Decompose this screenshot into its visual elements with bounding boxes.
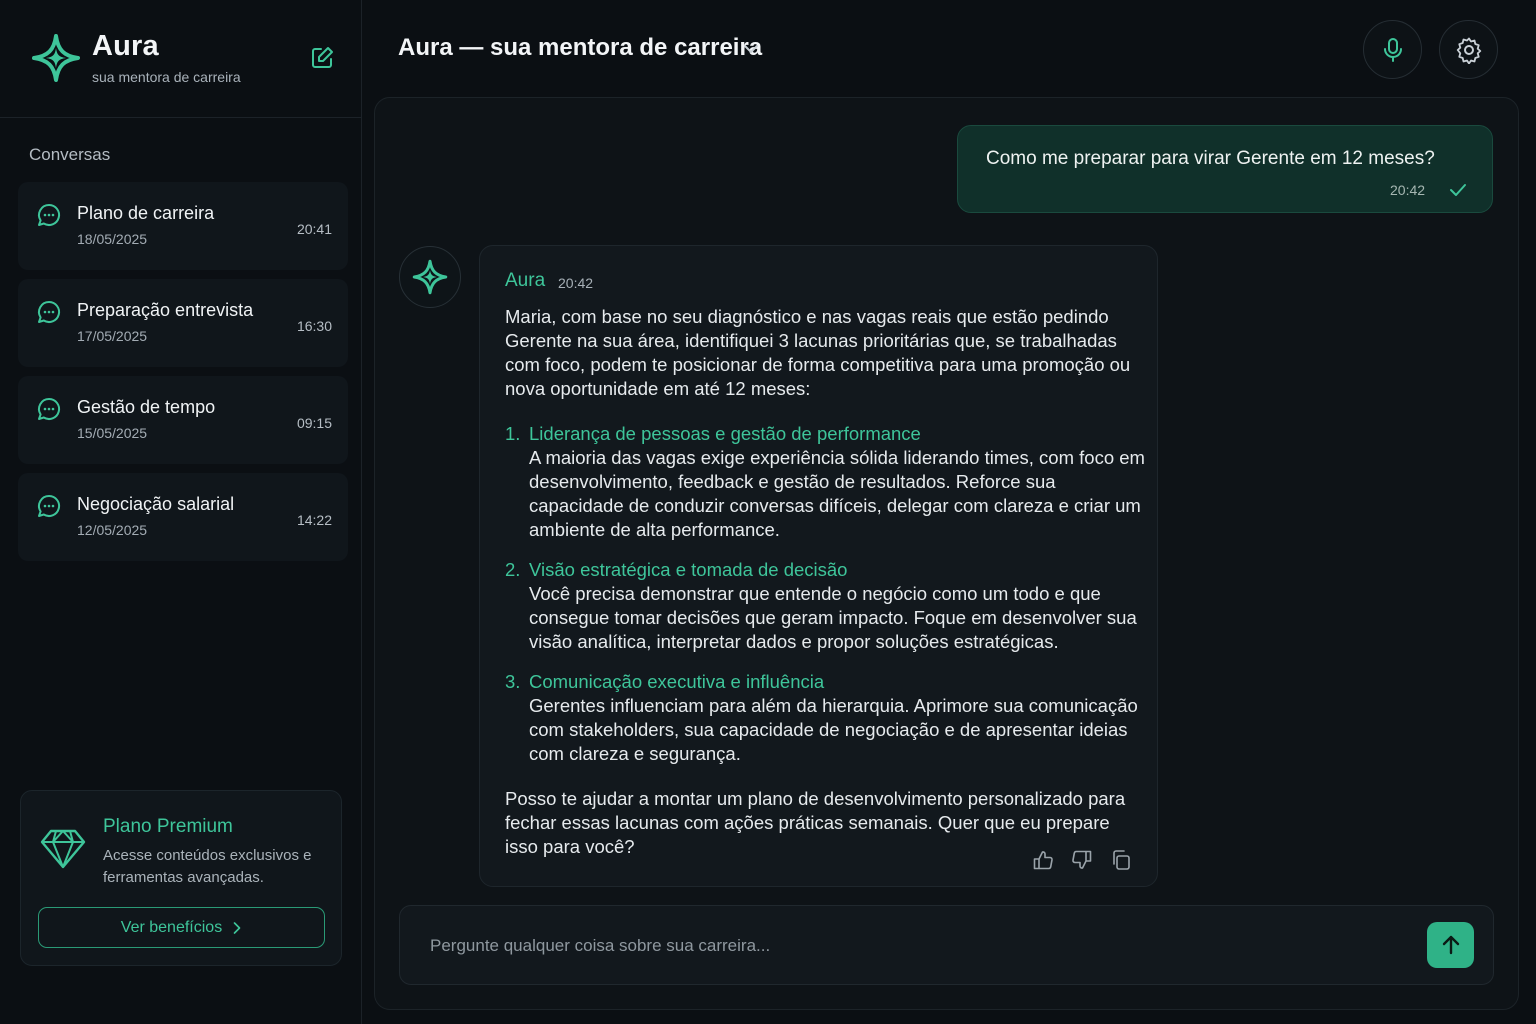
settings-button[interactable] — [1439, 20, 1498, 79]
list-item-description: Você precisa demonstrar que entende o ne… — [529, 583, 1137, 652]
conversation-item[interactable]: Plano de carreira 18/05/2025 20:41 — [18, 182, 348, 270]
arrow-up-icon — [1442, 935, 1459, 955]
conversation-title: Negociação salarial — [77, 494, 235, 514]
premium-title: Plano Premium — [103, 816, 233, 837]
conversation-time: 20:41 — [296, 221, 332, 237]
list-item-number: 1. — [505, 423, 521, 444]
ai-message: Aura 20:42 Maria, com base no seu diagnó… — [479, 245, 1158, 887]
conversation-date: 15/05/2025 — [77, 425, 148, 441]
microphone-button[interactable] — [1363, 20, 1422, 79]
conversation-item[interactable]: Preparação entrevista 17/05/2025 16:30 — [18, 279, 348, 367]
gear-icon — [1456, 37, 1481, 64]
conversation-list: Plano de carreira 18/05/2025 20:41 Prepa… — [18, 182, 348, 570]
sparkle-icon — [32, 34, 80, 82]
chat-panel: Como me preparar para virar Gerente em 1… — [374, 97, 1519, 1010]
premium-card: Plano Premium Acesse conteúdos exclusivo… — [20, 790, 342, 966]
conversation-time: 16:30 — [296, 318, 332, 334]
list-item-number: 3. — [505, 671, 521, 692]
list-item: 2. Visão estratégica e tomada de decisão… — [505, 558, 1145, 654]
chevron-down-icon[interactable] — [742, 40, 760, 58]
list-item-number: 2. — [505, 559, 521, 580]
ai-sender-name: Aura — [505, 270, 546, 291]
message-actions — [1032, 849, 1132, 871]
ai-avatar — [399, 246, 461, 308]
conversation-title: Gestão de tempo — [77, 397, 216, 417]
message-composer — [399, 905, 1494, 985]
send-button[interactable] — [1427, 922, 1474, 968]
conversation-date: 17/05/2025 — [77, 328, 148, 344]
user-message-text: Como me preparar para virar Gerente em 1… — [986, 148, 1435, 169]
brand-subtitle: sua mentora de carreira — [92, 69, 241, 85]
conversation-item[interactable]: Negociação salarial 12/05/2025 14:22 — [18, 473, 348, 561]
list-item-description: A maioria das vagas exige experiência só… — [529, 447, 1145, 540]
conversation-date: 18/05/2025 — [77, 231, 148, 247]
view-benefits-button[interactable]: Ver benefícios — [38, 907, 325, 948]
chevron-right-icon — [233, 921, 241, 934]
user-message: Como me preparar para virar Gerente em 1… — [957, 125, 1493, 213]
conversation-item[interactable]: Gestão de tempo 15/05/2025 09:15 — [18, 376, 348, 464]
list-item-description: Gerentes influenciam para além da hierar… — [529, 695, 1138, 764]
chat-bubble-icon — [36, 299, 62, 325]
conversation-title: Preparação entrevista — [77, 300, 254, 320]
conversation-time: 14:22 — [296, 512, 332, 528]
sidebar: Aura sua mentora de carreira Conversas P… — [0, 0, 362, 1024]
message-input[interactable] — [430, 926, 1410, 966]
list-item: 3. Comunicação executiva e influência Ge… — [505, 670, 1145, 766]
list-item: 1. Liderança de pessoas e gestão de perf… — [505, 422, 1145, 542]
list-item-title: Liderança de pessoas e gestão de perform… — [529, 423, 921, 444]
conversations-heading: Conversas — [29, 145, 111, 164]
microphone-icon — [1383, 37, 1402, 62]
chat-bubble-icon — [36, 493, 62, 519]
diamond-icon — [39, 827, 87, 871]
new-chat-button[interactable] — [308, 44, 336, 72]
sparkle-icon — [412, 259, 448, 295]
ai-recommendation-list: 1. Liderança de pessoas e gestão de perf… — [505, 422, 1145, 766]
edit-icon — [312, 47, 333, 68]
page-title: Aura — sua mentora de carreira — [398, 34, 763, 61]
conversation-time: 09:15 — [296, 415, 332, 431]
conversation-title: Plano de carreira — [77, 203, 215, 223]
list-item-title: Comunicação executiva e influência — [529, 671, 825, 692]
ai-message-time: 20:42 — [558, 275, 594, 291]
view-benefits-label: Ver benefícios — [120, 918, 223, 936]
check-icon — [1448, 180, 1468, 200]
thumbs-down-icon[interactable] — [1071, 849, 1093, 871]
chat-bubble-icon — [36, 202, 62, 228]
premium-description: Acesse conteúdos exclusivos e ferramenta… — [103, 847, 312, 886]
conversation-date: 12/05/2025 — [77, 522, 148, 538]
user-message-time: 20:42 — [1390, 182, 1426, 198]
copy-icon[interactable] — [1110, 849, 1132, 871]
brand-header: Aura sua mentora de carreira — [0, 0, 361, 118]
chat-bubble-icon — [36, 396, 62, 422]
brand-name: Aura — [92, 30, 159, 62]
list-item-title: Visão estratégica e tomada de decisão — [529, 559, 848, 580]
thumbs-up-icon[interactable] — [1032, 849, 1054, 871]
ai-message-intro: Maria, com base no seu diagnóstico e nas… — [505, 306, 1131, 399]
